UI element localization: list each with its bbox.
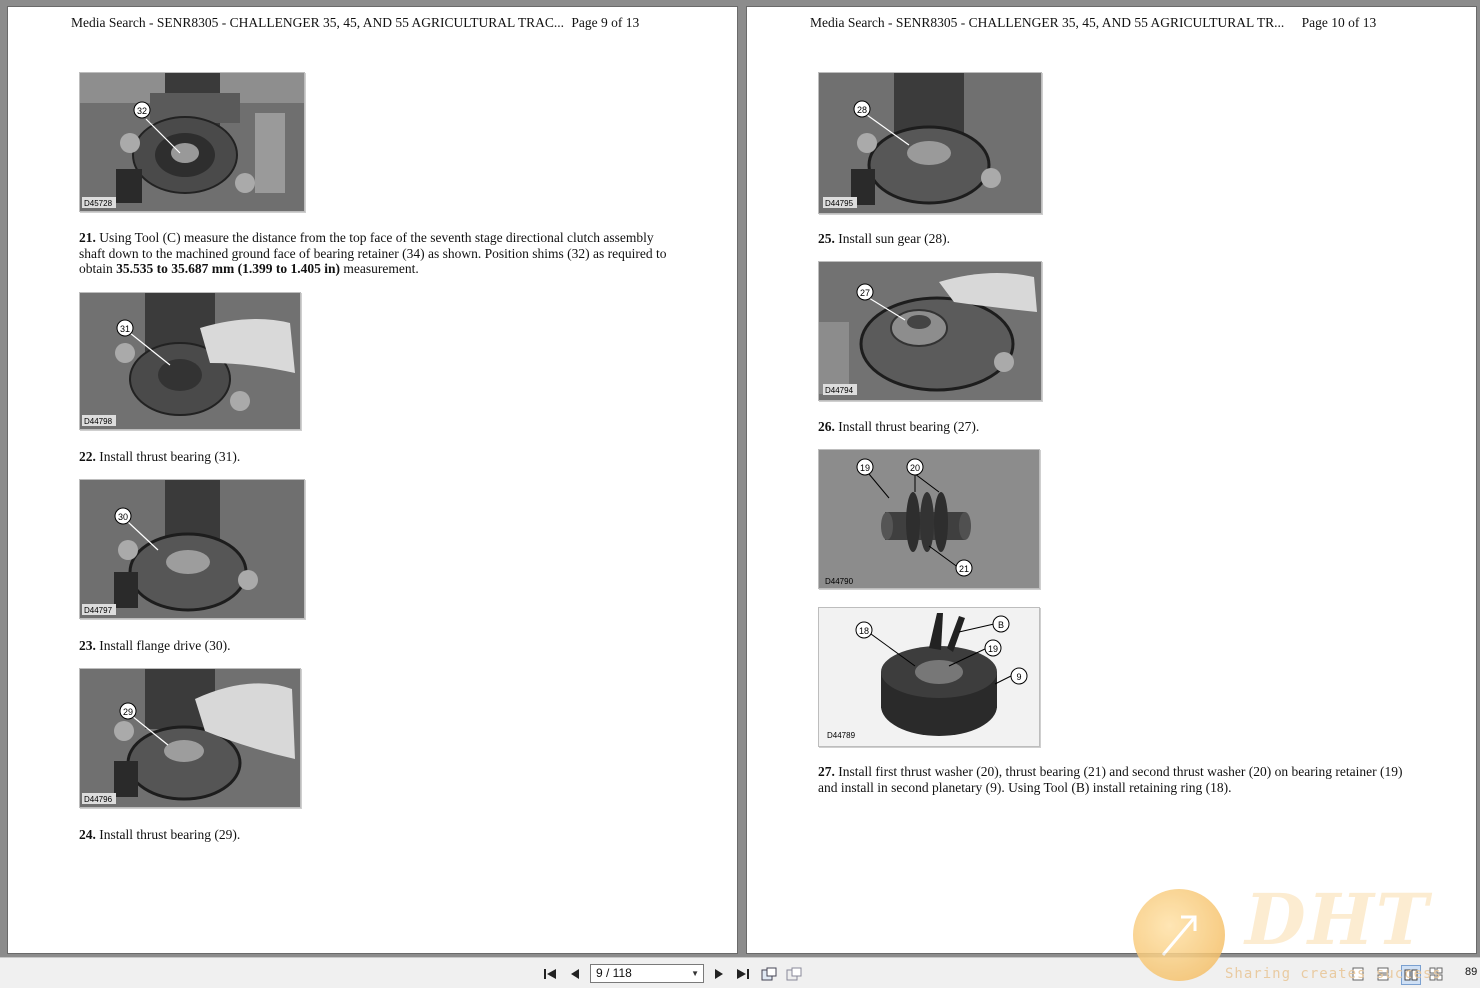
page-header-number: Page 10 of 13 <box>1301 15 1377 30</box>
page-number-select[interactable]: 9 / 118 ▼ <box>590 964 704 983</box>
next-page-icon[interactable] <box>711 966 727 982</box>
figure-thrust-bearing-photo: 31 D44798 <box>79 292 301 430</box>
figure-shims-photo: 32 D45728 <box>79 72 305 212</box>
figure-sun-gear-photo: 28 D44795 <box>818 72 1042 214</box>
figure-code: D44797 <box>84 606 113 615</box>
figure-planetary-photo: 18 B 19 9 D44789 <box>818 607 1040 747</box>
page-indicator: 9 / 118 <box>596 966 632 980</box>
step-21: 21. Using Tool (C) measure the distance … <box>79 230 667 276</box>
figure-callout: 9 <box>1016 672 1021 682</box>
pdf-page-9: Media Search - SENR8305 - CHALLENGER 35,… <box>7 6 738 954</box>
figure-callout: 19 <box>988 644 998 654</box>
figure-callout: B <box>998 620 1004 630</box>
figure-code: D45728 <box>84 199 113 208</box>
figure-callout: 30 <box>118 512 128 522</box>
figure-code: D44796 <box>84 795 113 804</box>
pdf-page-10: Media Search - SENR8305 - CHALLENGER 35,… <box>746 6 1477 954</box>
page-header-title: Media Search - SENR8305 - CHALLENGER 35,… <box>810 15 1285 30</box>
figure-code: D44795 <box>825 199 854 208</box>
figure-callout: 19 <box>860 463 870 473</box>
watermark-logo: DHT <box>1245 878 1430 961</box>
last-page-icon[interactable] <box>735 966 751 982</box>
step-27: 27. Install first thrust washer (20), th… <box>818 764 1403 795</box>
figure-callout: 31 <box>120 324 130 334</box>
figure-thrust-bearing-27-photo: 27 D44794 <box>818 261 1042 401</box>
figure-callout: 27 <box>860 288 870 298</box>
figure-callout: 21 <box>959 564 969 574</box>
document-viewer[interactable]: Media Search - SENR8305 - CHALLENGER 35,… <box>0 0 1480 957</box>
figure-code: D44789 <box>827 731 856 740</box>
figure-callout: 29 <box>123 707 133 717</box>
fit-width-icon[interactable] <box>786 966 802 982</box>
step-22: 22. Install thrust bearing (31). <box>79 449 241 464</box>
page-header: Media Search - SENR8305 - CHALLENGER 35,… <box>71 15 639 31</box>
first-page-icon[interactable] <box>542 966 558 982</box>
figure-code: D44798 <box>84 417 113 426</box>
step-23: 23. Install flange drive (30). <box>79 638 231 653</box>
figure-code: D44790 <box>825 577 854 586</box>
watermark-logo-icon <box>1133 889 1225 981</box>
figure-callout: 32 <box>137 106 147 116</box>
zoom-level[interactable]: 89 <box>1465 966 1477 978</box>
fit-page-icon[interactable] <box>761 966 777 982</box>
figure-code: D44794 <box>825 386 854 395</box>
page-header-number: Page 9 of 13 <box>571 15 640 30</box>
figure-callout: 28 <box>857 105 867 115</box>
figure-flange-drive-photo: 30 D44797 <box>79 479 305 619</box>
step-25: 25. Install sun gear (28). <box>818 231 950 246</box>
page-header-title: Media Search - SENR8305 - CHALLENGER 35,… <box>71 15 564 30</box>
step-24: 24. Install thrust bearing (29). <box>79 827 241 842</box>
page-header: Media Search - SENR8305 - CHALLENGER 35,… <box>810 15 1376 31</box>
chevron-down-icon: ▼ <box>691 969 699 978</box>
figure-callout: 20 <box>910 463 920 473</box>
step-26: 26. Install thrust bearing (27). <box>818 419 980 434</box>
figure-thrust-bearing-2-photo: 29 D44796 <box>79 668 301 808</box>
figure-callout: 18 <box>859 626 869 636</box>
watermark-tagline: Sharing creates success <box>1225 966 1442 982</box>
figure-thrust-washers-photo: 19 20 21 D44790 <box>818 449 1040 589</box>
prev-page-icon[interactable] <box>567 966 583 982</box>
